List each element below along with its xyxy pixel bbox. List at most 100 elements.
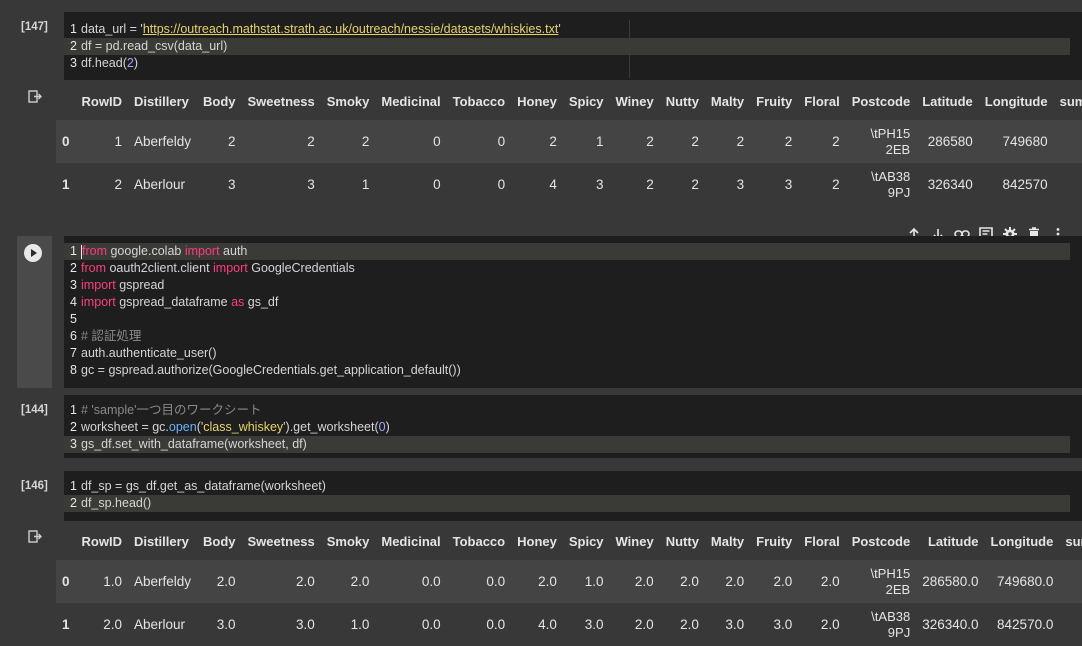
row-index: 0 [62,134,70,149]
column-header: Sweetness [247,533,315,549]
column-header: Distillery [133,533,189,549]
column-header: Tobacco [452,93,506,109]
column-header: Postcode [851,533,911,549]
table-cell: 2.0 [820,617,840,632]
column-header: Latitude [922,93,973,109]
url-link[interactable]: https://outreach.mathstat.strath.ac.uk/o… [143,22,559,36]
table-cell [1059,560,1082,603]
table-cell: 2.0 [350,574,370,589]
output-icon[interactable] [28,530,42,544]
column-header: Winey [615,533,654,549]
table-cell: 2.0 [680,574,699,589]
table-cell: 2.0 [634,574,654,589]
latitude-cell: 326340 [927,177,973,192]
postcode-line: 2EB [885,581,911,597]
run-icon[interactable] [23,243,43,263]
column-header: Sweetness [247,93,315,109]
table-cell: 2.0 [773,574,793,589]
column-header: Winey [615,93,654,109]
table-cell: 2.0 [538,574,557,589]
column-header: Longitude [990,533,1054,549]
longitude-cell: 749680 [1002,134,1048,149]
table-cell: 3.0 [773,617,793,632]
table-cell: 3 [736,177,745,192]
row-index: 1 [62,617,70,632]
column-header: RowID [81,533,122,549]
column-header: Longitude [984,93,1048,109]
longitude-cell: 749680.0 [997,574,1054,589]
column-header: Malty [710,533,745,549]
code-cell-144[interactable]: [144] 1 # 'sample'一つ目のワークシート 2 worksheet =… [17,395,1082,458]
table-cell: 2 [549,134,557,149]
output-icon[interactable] [28,90,42,104]
column-header: Malty [710,93,745,109]
table-cell: 2 [646,134,654,149]
table-cell: 2 [361,134,370,149]
table-cell: 2.0 [680,617,699,632]
index-header [56,522,76,560]
table-cell: 0.0 [486,617,506,632]
table-cell: Aberlour [133,177,185,192]
column-header: Postcode [851,93,911,109]
table-row: 0 1 Aberfeldy 2 2 2 0 0 2 1 2 2 2 2 2 \tPH15 2EB 286580 74… [56,120,1082,163]
table-cell: Aberlour [133,617,185,632]
table-cell [1054,120,1082,163]
table-cell: 2.0 [820,574,840,589]
table-cell: 1.0 [350,617,370,632]
output-area: RowID Distillery Body Sweetness Smoky Medicin… [0,82,1082,206]
code-cell-auth[interactable]: 1 from google.colab import auth 2 from oau… [17,236,1082,388]
column-header: Fruity [756,533,793,549]
column-header: Nutty [665,533,699,549]
table-cell: 0 [433,134,441,149]
execution-count: [144] [21,404,48,416]
table-header-row: RowID Distillery Body Sweetness Smoky Medicin… [56,522,1082,560]
postcode-cell: \tAB38 9PJ [846,603,917,646]
postcode-cell: \tPH15 2EB [846,120,917,163]
table-cell: 2 [646,177,654,192]
execution-count: [146] [21,480,48,492]
column-header: Nutty [665,93,699,109]
column-header: RowID [81,93,122,109]
table-cell: Aberfeldy [133,574,192,589]
code-editor[interactable]: 1 df_sp = gs_df.get_as_dataframe(workshee… [64,471,1082,521]
table-cell: 0 [433,177,441,192]
column-header: Fruity [756,93,793,109]
code-cell-147[interactable]: [147] 1 data_url = 'https://outreach.math… [17,12,1082,80]
column-header: sum_ [1065,533,1082,549]
table-row: 1 2.0 Aberlour 3.0 3.0 1.0 0.0 0.0 4.0 3.0 2.0 2.0 3… [56,603,1082,646]
postcode-line: \tAB38 [871,168,911,184]
table-cell: 1.0 [103,574,122,589]
row-index: 1 [62,177,70,192]
column-header: Distillery [133,93,189,109]
execution-count: [147] [21,21,48,33]
table-cell: 0.0 [421,574,441,589]
column-header: Honey [517,533,557,549]
index-header [56,82,76,120]
code-cell-146[interactable]: [146] 1 df_sp = gs_df.get_as_dataframe(wo… [17,471,1082,521]
postcode-line: \tAB38 [871,608,911,624]
table-row: 0 1.0 Aberfeldy 2.0 2.0 2.0 0.0 0.0 2.0 1.0 2.0 2.0… [56,560,1082,603]
table-cell: 2.0 [103,617,122,632]
output-area: RowID Distillery Body Sweetness Smoky Medicin… [0,522,1082,646]
table-cell: 3 [596,177,604,192]
code-editor[interactable]: 1 data_url = 'https://outreach.mathstat.s… [64,12,1082,80]
postcode-line: \tPH15 [870,565,911,581]
table-cell: 0.0 [486,574,506,589]
postcode-line: \tPH15 [870,125,911,141]
column-header: Smoky [326,93,370,109]
table-cell: 0 [497,177,506,192]
table-cell: 2 [691,177,699,192]
dataframe-table: RowID Distillery Body Sweetness Smoky Medicin… [56,82,1082,206]
column-header: Floral [804,93,840,109]
code-editor[interactable]: 1 # 'sample'一つ目のワークシート 2 worksheet = gc.op… [64,395,1082,458]
table-cell: 2.0 [216,574,236,589]
dataframe-table: RowID Distillery Body Sweetness Smoky Medicin… [56,522,1082,646]
column-header: Latitude [927,533,979,549]
table-cell: 2 [228,134,236,149]
table-cell: 2 [784,134,793,149]
table-cell: 3 [228,177,236,192]
code-editor[interactable]: 1 from google.colab import auth 2 from oau… [64,236,1082,388]
table-cell: 3 [784,177,793,192]
table-cell: 2 [307,134,315,149]
column-header: Honey [517,93,557,109]
